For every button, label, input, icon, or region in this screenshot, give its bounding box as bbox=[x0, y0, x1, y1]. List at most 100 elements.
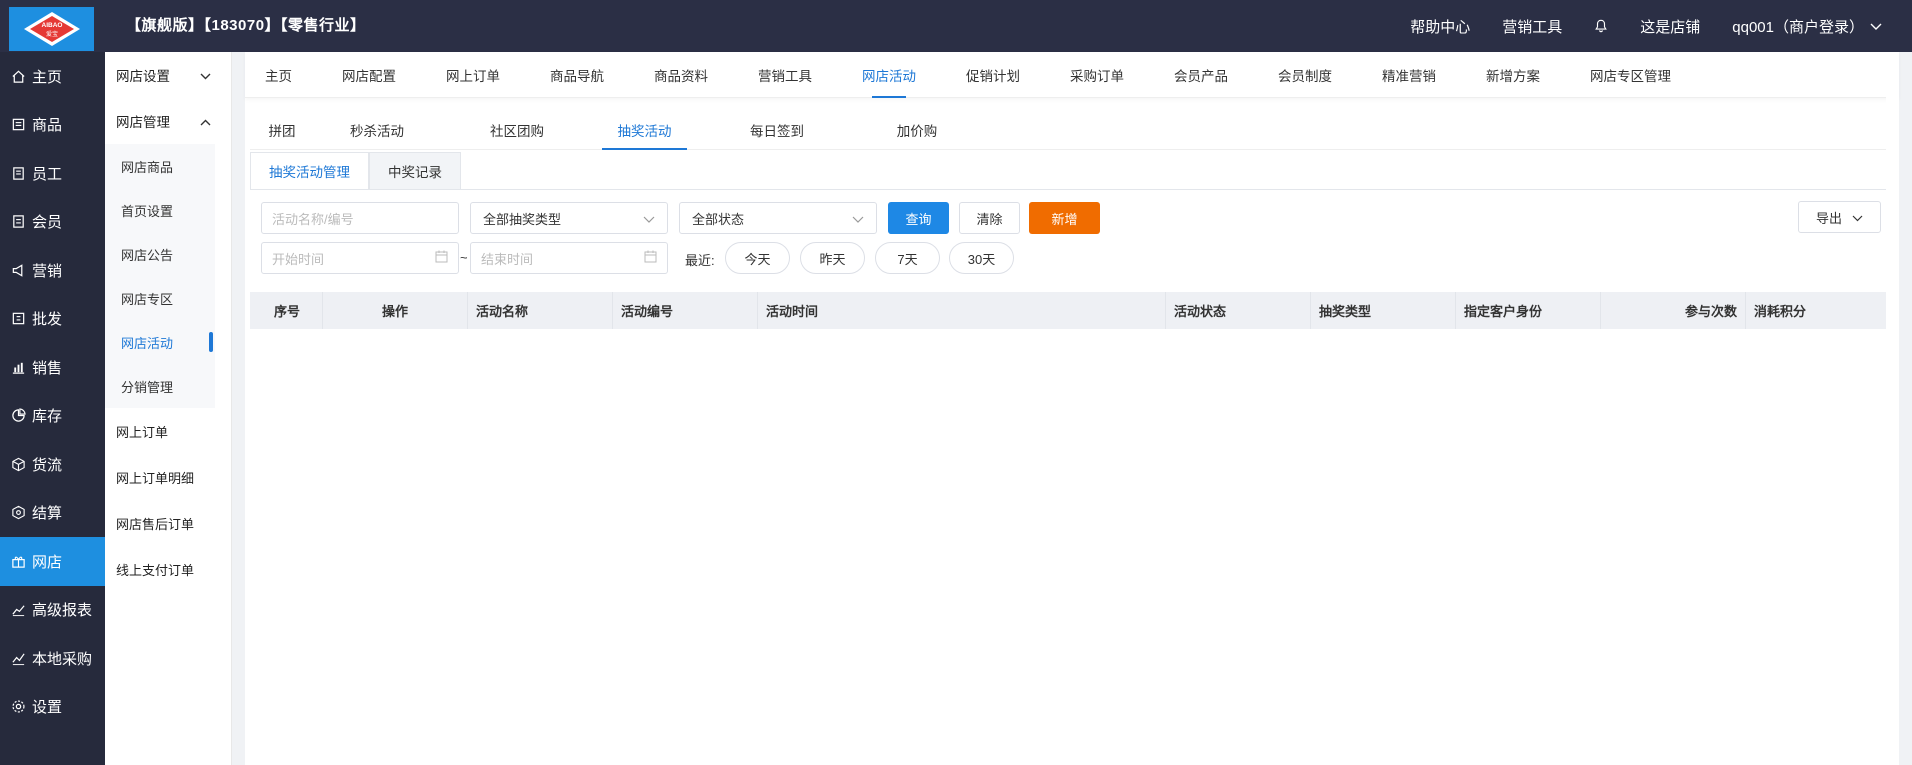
bell-icon[interactable] bbox=[1594, 19, 1608, 33]
top-tab[interactable]: 会员制度 bbox=[1278, 52, 1332, 98]
subnav-link[interactable]: 网上订单 bbox=[105, 408, 231, 454]
top-tab[interactable]: 网上订单 bbox=[446, 52, 500, 98]
nav-item-wholesale[interactable]: 批发 bbox=[0, 295, 105, 344]
thirty-days-button[interactable]: 30天 bbox=[949, 242, 1014, 274]
subnav-link[interactable]: 网上订单明细 bbox=[105, 454, 231, 500]
nav-item-chart[interactable]: 销售 bbox=[0, 343, 105, 392]
today-button[interactable]: 今天 bbox=[725, 242, 790, 274]
nav-item-product[interactable]: 商品 bbox=[0, 101, 105, 150]
activity-tab[interactable]: 每日签到 bbox=[707, 110, 847, 150]
user-menu[interactable]: qq001（商户登录） bbox=[1732, 16, 1882, 37]
top-tab[interactable]: 新增方案 bbox=[1486, 52, 1540, 98]
top-tab[interactable]: 采购订单 bbox=[1070, 52, 1124, 98]
shop-link[interactable]: 这是店铺 bbox=[1640, 16, 1700, 37]
export-button[interactable]: 导出 bbox=[1798, 201, 1881, 233]
activity-tab[interactable]: 抽奖活动 bbox=[602, 110, 687, 150]
subnav-item[interactable]: 首页设置 bbox=[105, 188, 215, 232]
end-time-input[interactable]: 结束时间 bbox=[470, 242, 668, 274]
top-tab[interactable]: 商品导航 bbox=[550, 52, 604, 98]
nav-item-member[interactable]: 会员 bbox=[0, 198, 105, 247]
query-button[interactable]: 查询 bbox=[888, 202, 949, 234]
range-separator: ~ bbox=[460, 250, 468, 265]
nav-item-home[interactable]: 主页 bbox=[0, 52, 105, 101]
top-tab[interactable]: 网店专区管理 bbox=[1590, 52, 1671, 98]
nav-item-label: 营销 bbox=[32, 262, 63, 280]
table-column-header[interactable]: 操作 bbox=[323, 292, 468, 329]
table-column-header[interactable]: 抽奖类型 bbox=[1311, 292, 1456, 329]
calendar-icon bbox=[435, 250, 448, 266]
nav-item-label: 货流 bbox=[32, 456, 63, 474]
subnav-group-shop-management[interactable]: 网店管理 bbox=[105, 98, 231, 144]
export-label: 导出 bbox=[1815, 210, 1842, 226]
table-column-header[interactable]: 活动名称 bbox=[468, 292, 613, 329]
start-time-placeholder: 开始时间 bbox=[272, 251, 325, 267]
chart-icon bbox=[10, 359, 26, 375]
activity-tab[interactable]: 加价购 bbox=[867, 110, 967, 150]
nav-item-megaphone[interactable]: 营销 bbox=[0, 246, 105, 295]
top-tab[interactable]: 网店配置 bbox=[342, 52, 396, 98]
top-tab[interactable]: 促销计划 bbox=[966, 52, 1020, 98]
lottery-subtab[interactable]: 中奖记录 bbox=[369, 152, 461, 190]
table-column-header[interactable]: 消耗积分 bbox=[1746, 292, 1895, 329]
lottery-subtab[interactable]: 抽奖活动管理 bbox=[250, 152, 369, 190]
nav-item-label: 商品 bbox=[32, 117, 63, 135]
table-column-header[interactable]: 活动编号 bbox=[613, 292, 758, 329]
subnav-item[interactable]: 网店活动 bbox=[105, 320, 215, 364]
logo[interactable]: AIBAO 爱宝 bbox=[9, 7, 94, 51]
trend-icon bbox=[10, 650, 26, 666]
chevron-up-icon bbox=[200, 114, 211, 129]
subnav-item[interactable]: 分销管理 bbox=[105, 364, 215, 408]
marketing-tools-link[interactable]: 营销工具 bbox=[1502, 16, 1562, 37]
table-column-header[interactable]: 活动状态 bbox=[1166, 292, 1311, 329]
top-tab[interactable]: 营销工具 bbox=[758, 52, 812, 98]
seven-days-button[interactable]: 7天 bbox=[875, 242, 940, 274]
gear-icon bbox=[10, 699, 26, 715]
sub-sidebar: 网店设置 网店管理 网店商品 首页设置 网店公告 网店专区 网店活动 分销管理 网上订单网… bbox=[105, 52, 232, 765]
nav-item-settle[interactable]: 结算 bbox=[0, 489, 105, 538]
home-icon bbox=[10, 68, 26, 84]
subnav-group-shop-settings[interactable]: 网店设置 bbox=[105, 52, 231, 98]
table-column-header[interactable]: 序号 bbox=[250, 292, 323, 329]
activity-tab[interactable]: 社区团购 bbox=[452, 110, 582, 150]
table-column-header[interactable]: 指定客户身份 bbox=[1456, 292, 1601, 329]
company-info: 【旗舰版】【183070】【零售行业】 bbox=[126, 17, 366, 34]
nav-item-staff[interactable]: 员工 bbox=[0, 149, 105, 198]
staff-icon bbox=[10, 165, 26, 181]
scrollbar-track[interactable] bbox=[1886, 52, 1899, 765]
top-tab[interactable]: 精准营销 bbox=[1382, 52, 1436, 98]
subnav-group-label: 网店设置 bbox=[116, 69, 170, 84]
nav-item-label: 主页 bbox=[32, 68, 63, 86]
top-tab[interactable]: 会员产品 bbox=[1174, 52, 1228, 98]
yesterday-button[interactable]: 昨天 bbox=[800, 242, 865, 274]
nav-item-trend[interactable]: 本地采购 bbox=[0, 634, 105, 683]
subnav-item[interactable]: 网店商品 bbox=[105, 144, 215, 188]
status-select[interactable]: 全部状态 bbox=[679, 202, 877, 234]
help-center-link[interactable]: 帮助中心 bbox=[1410, 16, 1470, 37]
subnav-link[interactable]: 网店售后订单 bbox=[105, 500, 231, 546]
nav-item-gift[interactable]: 网店 bbox=[0, 537, 105, 586]
nav-item-cube[interactable]: 货流 bbox=[0, 440, 105, 489]
activity-tabs: 拼团 秒杀活动 社区团购 抽奖活动 每日签到 加价购 bbox=[250, 110, 1895, 150]
table-column-header[interactable]: 参与次数 bbox=[1601, 292, 1746, 329]
lottery-type-select[interactable]: 全部抽奖类型 bbox=[470, 202, 668, 234]
nav-item-gear[interactable]: 设置 bbox=[0, 683, 105, 732]
activity-name-input[interactable]: 活动名称/编号 bbox=[261, 202, 459, 234]
nav-item-label: 高级报表 bbox=[32, 602, 93, 620]
nav-item-line-chart[interactable]: 高级报表 bbox=[0, 586, 105, 635]
status-value: 全部状态 bbox=[692, 211, 745, 227]
activity-tab[interactable]: 秒杀活动 bbox=[322, 110, 432, 150]
top-tab[interactable]: 网店活动 bbox=[862, 52, 916, 98]
table-column-header[interactable]: 活动时间 bbox=[758, 292, 1166, 329]
nav-item-pie[interactable]: 库存 bbox=[0, 392, 105, 441]
add-button[interactable]: 新增 bbox=[1029, 202, 1100, 234]
product-icon bbox=[10, 117, 26, 133]
top-tab[interactable]: 商品资料 bbox=[654, 52, 708, 98]
start-time-input[interactable]: 开始时间 bbox=[261, 242, 459, 274]
subnav-item[interactable]: 网店公告 bbox=[105, 232, 215, 276]
activity-tab[interactable]: 拼团 bbox=[262, 110, 302, 150]
subnav-item[interactable]: 网店专区 bbox=[105, 276, 215, 320]
megaphone-icon bbox=[10, 262, 26, 278]
clear-button[interactable]: 清除 bbox=[959, 202, 1020, 234]
subnav-link[interactable]: 线上支付订单 bbox=[105, 546, 231, 592]
top-tab[interactable]: 主页 bbox=[265, 52, 292, 98]
